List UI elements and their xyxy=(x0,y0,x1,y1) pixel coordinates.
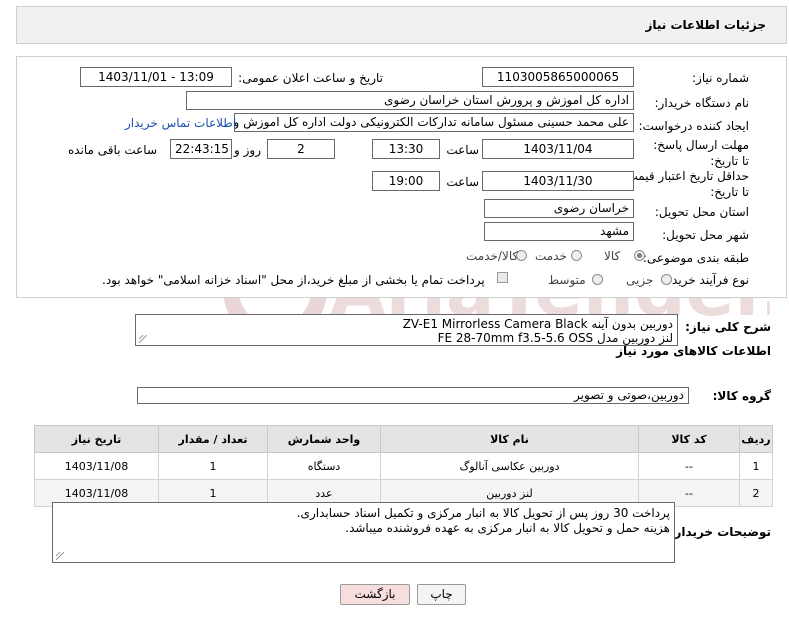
print-button[interactable]: چاپ xyxy=(417,584,466,605)
purchase-type-label: نوع فرآیند خرید : xyxy=(664,273,749,287)
delivery-province-field[interactable]: خراسان رضوی xyxy=(484,199,634,218)
buyer-notes-line-1: پرداخت 30 روز پس از تحویل کالا به انبار … xyxy=(296,506,670,520)
quantity-cell: 1 xyxy=(158,452,268,480)
buyer-org-label: نام دستگاه خریدار: xyxy=(654,96,750,110)
days-remaining-field[interactable]: 2 xyxy=(267,139,335,159)
row-number-cell: 1 xyxy=(739,452,773,480)
items-table: ردیف کد کالا نام کالا واحد شمارش تعداد /… xyxy=(34,425,773,507)
general-desc-textarea[interactable]: دوربین بدون آینه ZV-E1 Mirrorless Camera… xyxy=(135,314,678,346)
buyer-notes-textarea[interactable]: پرداخت 30 روز پس از تحویل کالا به انبار … xyxy=(52,502,675,563)
category-goods-radio[interactable] xyxy=(634,250,645,261)
treasury-payment-note: پرداخت تمام یا بخشی از مبلغ خرید،از محل … xyxy=(102,273,485,287)
validity-date-field[interactable]: 1403/11/30 xyxy=(482,171,634,191)
category-service-radio[interactable] xyxy=(571,250,582,261)
send-time-label: ساعت xyxy=(446,143,479,157)
need-number-label: شماره نیاز: xyxy=(692,71,749,85)
validity-time-label: ساعت xyxy=(446,175,479,189)
purchase-minor-label: جزیی xyxy=(626,273,654,287)
delivery-province-label: استان محل تحویل: xyxy=(654,205,749,219)
category-label: طبقه بندی موضوعی: xyxy=(642,251,749,265)
row-number-cell: 2 xyxy=(739,479,773,507)
col-header-unit: واحد شمارش xyxy=(267,425,381,453)
back-button[interactable]: بازگشت xyxy=(340,584,410,605)
purchase-minor-radio[interactable] xyxy=(661,274,672,285)
category-goods-label: کالا xyxy=(604,249,621,263)
send-date-field[interactable]: 1403/11/04 xyxy=(482,139,634,159)
resize-handle-icon[interactable] xyxy=(56,552,64,560)
goods-group-field[interactable]: دوربین،صوتی و تصویر xyxy=(137,387,689,404)
goods-info-heading: اطلاعات کالاهای مورد نیاز xyxy=(616,344,771,358)
announce-datetime-label: تاریخ و ساعت اعلان عمومی: xyxy=(238,71,383,85)
goods-group-label: گروه کالا: xyxy=(712,389,771,403)
col-header-quantity: تعداد / مقدار xyxy=(158,425,268,453)
page-title: جزئیات اطلاعات نیاز xyxy=(645,18,766,32)
unit-cell: دستگاه xyxy=(267,452,381,480)
need-date-cell: 1403/11/08 xyxy=(34,452,159,480)
buyer-notes-label: توضیحات خریدار: xyxy=(669,525,771,539)
col-header-need-date: تاریخ نیاز xyxy=(34,425,159,453)
general-desc-line-2: لنز دوربین مدل FE 28-70mm f3.5-5.6 OSS xyxy=(437,331,673,345)
requester-label: ایجاد کننده درخواست: xyxy=(638,119,749,133)
need-number-field[interactable]: 1103005865000065 xyxy=(482,67,634,87)
table-header-row: ردیف کد کالا نام کالا واحد شمارش تعداد /… xyxy=(34,425,773,453)
treasury-payment-checkbox[interactable] xyxy=(497,272,508,283)
delivery-city-label: شهر محل تحویل: xyxy=(662,228,749,242)
table-row[interactable]: 1 -- دوربین عکاسی آنالوگ دستگاه 1 1403/1… xyxy=(34,452,773,480)
col-header-row-number: ردیف xyxy=(739,425,773,453)
category-goods-service-label: کالا/خدمت xyxy=(466,249,519,263)
purchase-medium-label: متوسط xyxy=(548,273,586,287)
item-name-cell: دوربین عکاسی آنالوگ xyxy=(380,452,639,480)
general-desc-line-1: دوربین بدون آینه ZV-E1 Mirrorless Camera… xyxy=(402,317,673,331)
requester-field[interactable]: علی محمد حسینی مسئول سامانه تدارکات الکت… xyxy=(234,113,634,132)
delivery-city-field[interactable]: مشهد xyxy=(484,222,634,241)
announce-datetime-field[interactable]: 1403/11/01 - 13:09 xyxy=(80,67,232,87)
resize-handle-icon[interactable] xyxy=(139,335,147,343)
col-header-item-code: کد کالا xyxy=(638,425,740,453)
purchase-medium-radio[interactable] xyxy=(592,274,603,285)
time-remaining-field[interactable]: 22:43:15 xyxy=(170,139,232,159)
validity-time-field[interactable]: 19:00 xyxy=(372,171,440,191)
buyer-notes-line-2: هزینه حمل و تحویل کالا به انبار مرکزی به… xyxy=(345,521,670,535)
buyer-org-field[interactable]: اداره کل اموزش و پرورش استان خراسان رضوی xyxy=(186,91,634,110)
category-service-label: خدمت xyxy=(535,249,567,263)
time-remaining-label: ساعت باقی مانده xyxy=(67,143,157,157)
send-time-field[interactable]: 13:30 xyxy=(372,139,440,159)
buyer-contact-link[interactable]: اطلاعات تماس خریدار xyxy=(125,116,236,130)
page-header: جزئیات اطلاعات نیاز xyxy=(16,6,787,44)
general-desc-label: شرح کلی نیاز: xyxy=(685,320,771,334)
day-and-label: روز و xyxy=(234,143,261,157)
col-header-item-name: نام کالا xyxy=(380,425,639,453)
price-validity-label: حداقل تاریخ اعتبار قیمت: تا تاریخ: xyxy=(622,169,749,199)
item-code-cell: -- xyxy=(638,452,740,480)
send-deadline-label: مهلت ارسال پاسخ: تا تاریخ: xyxy=(653,138,749,168)
